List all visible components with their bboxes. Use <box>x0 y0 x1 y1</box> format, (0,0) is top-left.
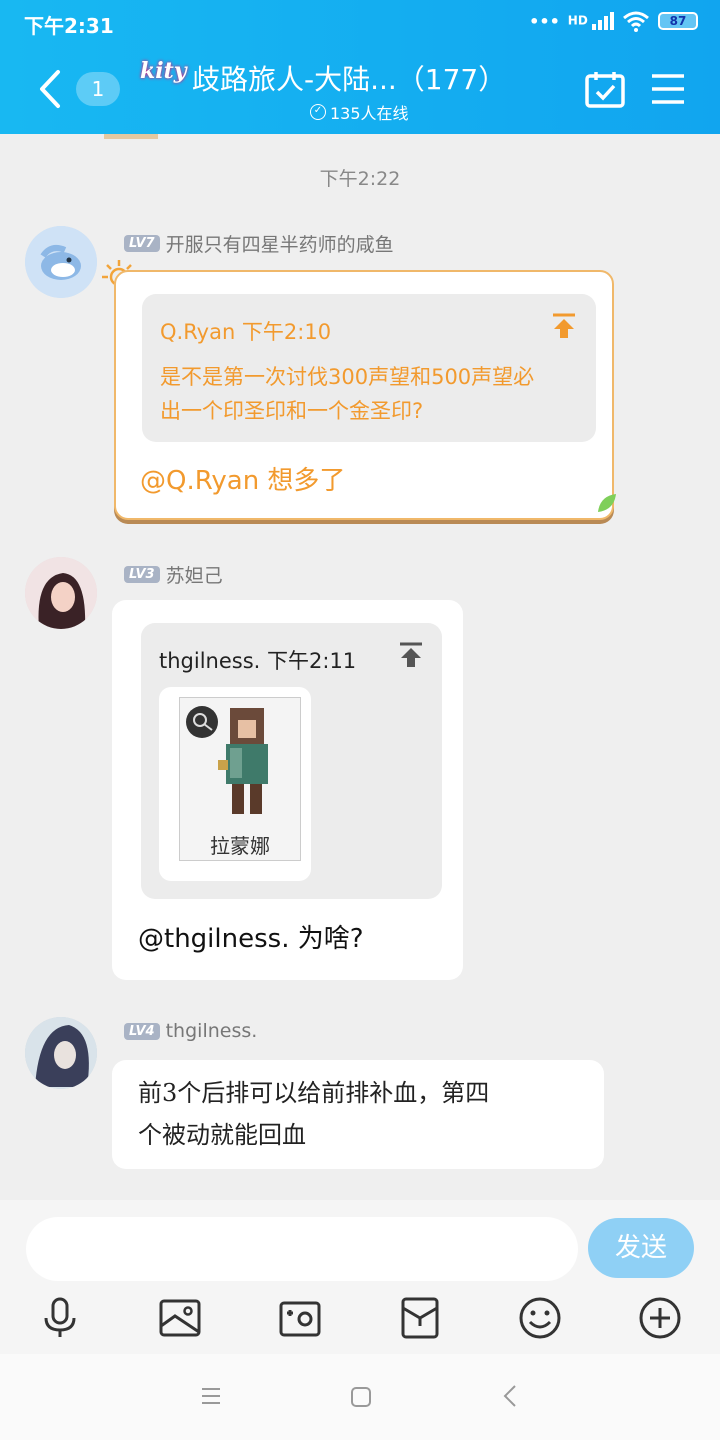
level-badge: LV3 <box>124 566 160 583</box>
sender-name[interactable]: 苏妲己 <box>166 561 223 588</box>
signal-icon: HD <box>568 12 614 30</box>
quote-author: Q.Ryan 下午2:10 <box>160 320 332 344</box>
red-packet-icon[interactable] <box>398 1296 442 1340</box>
image-icon[interactable] <box>158 1296 202 1340</box>
chat-header: 下午2:31 ••• HD 87 1 kity 歧路旅人-大陆...（177） … <box>0 0 720 134</box>
character-name: 拉蒙娜 <box>210 834 270 858</box>
recent-apps-icon[interactable] <box>200 1386 222 1406</box>
plus-circle-icon[interactable] <box>638 1296 682 1340</box>
portrait-avatar-icon <box>25 557 97 629</box>
message-input[interactable] <box>26 1217 578 1281</box>
level-badge: LV4 <box>124 1022 160 1040</box>
message-bubble[interactable]: thgilness. 下午2:11 拉蒙娜 @thgilness. 为啥? <box>112 600 463 980</box>
quoted-message[interactable]: thgilness. 下午2:11 拉蒙娜 <box>141 623 442 899</box>
system-nav-bar <box>0 1354 720 1440</box>
message-bubble[interactable]: 前3个后排可以给前排补血，第四 个被动就能回血 <box>112 1060 604 1169</box>
previous-bubble-remnant <box>104 134 158 139</box>
sender-name[interactable]: thgilness. <box>166 1020 258 1042</box>
level-badge: LV7 <box>124 235 160 252</box>
jump-to-top-icon[interactable] <box>397 641 425 669</box>
microphone-icon[interactable] <box>38 1296 82 1340</box>
back-arrow-icon[interactable] <box>30 64 70 114</box>
jump-to-top-icon[interactable] <box>550 312 578 340</box>
quote-text: 是不是第一次讨伐300声望和500声望必 出一个印圣印和一个金圣印? <box>160 365 535 423</box>
avatar[interactable] <box>25 226 97 298</box>
nav-bar: 1 kity 歧路旅人-大陆...（177） ✓ 135人在线 <box>0 44 720 134</box>
message-text: 前3个后排可以给前排补血，第四 个被动就能回血 <box>138 1079 490 1149</box>
send-button[interactable]: 发送 <box>588 1218 694 1278</box>
calendar-check-icon[interactable] <box>584 70 626 110</box>
character-sprite-icon <box>186 706 268 814</box>
online-count: ✓ 135人在线 <box>310 100 409 124</box>
sender-info: LV3 苏妲己 <box>124 561 223 588</box>
message-text: @Q.Ryan 想多了 <box>140 466 346 496</box>
group-logo: kity <box>140 58 187 84</box>
quote-author: thgilness. 下午2:11 <box>159 649 357 673</box>
system-back-icon[interactable] <box>502 1384 518 1408</box>
avatar[interactable] <box>25 557 97 629</box>
sender-info: LV4 thgilness. <box>124 1020 257 1042</box>
status-icons: ••• HD 87 <box>529 10 698 32</box>
character-card: 拉蒙娜 <box>179 697 301 861</box>
battery-icon: 87 <box>658 12 698 30</box>
group-title[interactable]: 歧路旅人-大陆...（177） <box>192 58 506 98</box>
anime-avatar-icon <box>25 1017 97 1089</box>
avatar[interactable] <box>25 1017 97 1089</box>
leaf-sticker-icon <box>598 494 616 512</box>
status-bar: 下午2:31 ••• HD 87 <box>0 0 720 44</box>
camera-icon[interactable] <box>278 1296 322 1340</box>
more-dots-icon: ••• <box>529 11 560 31</box>
emoji-icon[interactable] <box>518 1296 562 1340</box>
check-circle-icon: ✓ <box>310 104 326 120</box>
quoted-message[interactable]: Q.Ryan 下午2:10 是不是第一次讨伐300声望和500声望必 出一个印圣… <box>142 294 596 442</box>
message-bubble[interactable]: Q.Ryan 下午2:10 是不是第一次讨伐300声望和500声望必 出一个印圣… <box>114 270 616 520</box>
wifi-icon <box>623 11 649 32</box>
message-text: @thgilness. 为啥? <box>138 924 364 954</box>
status-time: 下午2:31 <box>24 14 114 38</box>
sender-info: LV7 开服只有四星半药师的咸鱼 <box>124 230 394 257</box>
home-icon[interactable] <box>350 1386 372 1408</box>
quoted-image[interactable]: 拉蒙娜 <box>159 687 311 881</box>
dolphin-avatar-icon <box>25 226 97 298</box>
input-bar: 发送 <box>0 1200 720 1354</box>
time-divider: 下午2:22 <box>319 168 401 190</box>
sender-name[interactable]: 开服只有四星半药师的咸鱼 <box>166 230 394 257</box>
menu-icon[interactable] <box>650 72 686 106</box>
unread-badge[interactable]: 1 <box>76 72 120 106</box>
